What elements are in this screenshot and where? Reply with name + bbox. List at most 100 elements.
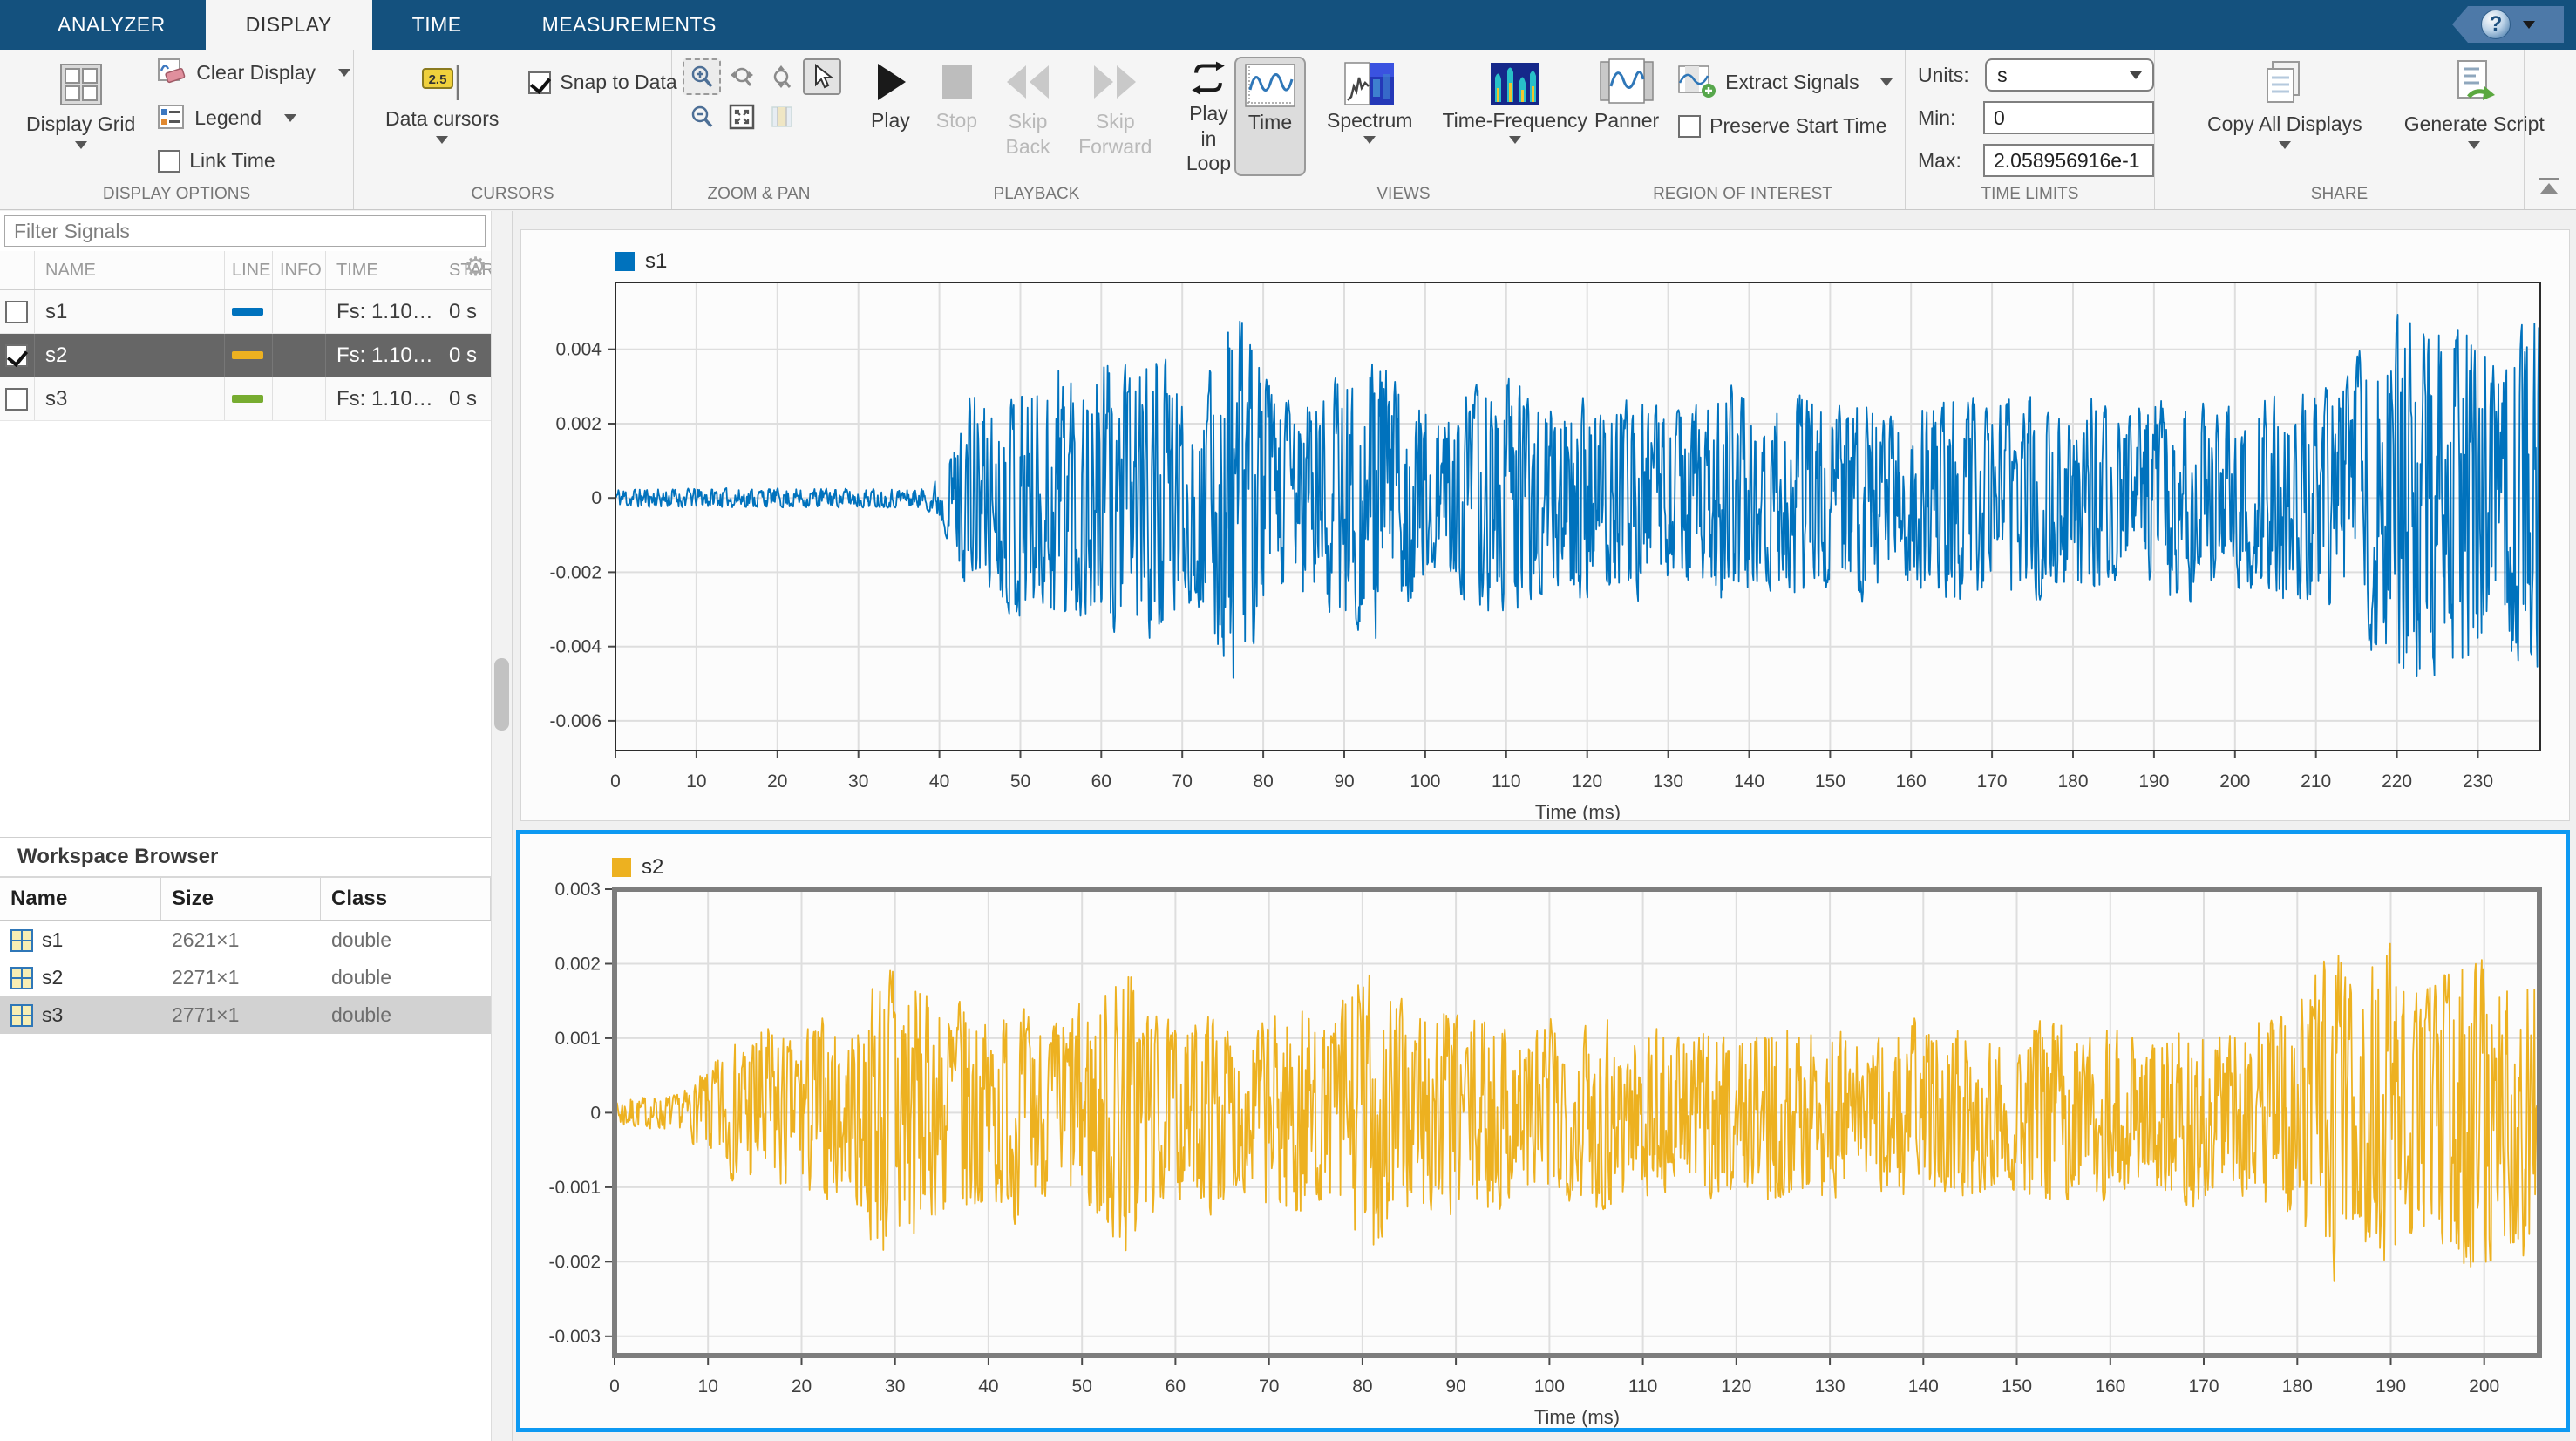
skip-forward-button[interactable]: Skip Forward — [1078, 60, 1152, 176]
collapse-ribbon-button[interactable] — [2536, 178, 2562, 201]
section-label: PLAYBACK — [846, 185, 1227, 204]
line-swatch-icon[interactable] — [232, 308, 263, 316]
section-share: Copy All Displays Generate Script — [2155, 50, 2525, 209]
display-grid-button[interactable]: Display Grid — [26, 62, 135, 176]
signal-name: s2 — [35, 334, 225, 377]
legend-button[interactable]: Legend — [158, 105, 350, 131]
pan-button[interactable] — [763, 99, 801, 135]
table-row-s3[interactable]: s3 Fs: 1.10… 0 s — [0, 377, 491, 421]
data-cursors-button[interactable]: 2.5 Data cursors — [385, 64, 499, 176]
col-line[interactable]: LINE — [225, 251, 273, 289]
stop-button[interactable]: Stop — [936, 60, 977, 176]
time-view-button[interactable]: Time — [1234, 57, 1306, 176]
legend-s1[interactable]: s1 — [615, 249, 667, 274]
play-button[interactable]: Play — [871, 60, 910, 176]
help-button[interactable]: ? — [2452, 6, 2564, 43]
svg-text:140: 140 — [1734, 771, 1764, 792]
legend-label: s1 — [645, 249, 667, 274]
table-row-s1[interactable]: s1 Fs: 1.10… 0 s — [0, 290, 491, 334]
skip-back-button[interactable]: Skip Back — [1003, 60, 1052, 176]
svg-text:160: 160 — [2095, 1376, 2125, 1397]
copy-all-displays-icon — [2260, 58, 2309, 107]
zoom-out-button[interactable] — [683, 99, 721, 135]
display-grid-label: Display Grid — [26, 112, 135, 136]
line-swatch-icon[interactable] — [232, 395, 263, 403]
col-class[interactable]: Class — [321, 878, 491, 920]
tab-analyzer[interactable]: ANALYZER — [17, 0, 206, 50]
signal-analyzer-app: ANALYZER DISPLAY TIME MEASUREMENTS ? — [0, 0, 2576, 1441]
spectrum-view-button[interactable]: Spectrum — [1318, 57, 1421, 176]
variable-icon — [10, 1004, 33, 1027]
signal-start: 0 s — [438, 334, 491, 377]
col-info[interactable]: INFO — [273, 251, 326, 289]
tab-measurements[interactable]: MEASUREMENTS — [502, 0, 757, 50]
units-label: Units: — [1918, 64, 1976, 87]
line-swatch-icon[interactable] — [232, 351, 263, 359]
col-time[interactable]: TIME — [326, 251, 438, 289]
gear-icon[interactable]: ⚙ — [464, 255, 487, 281]
signal-time: Fs: 1.10… — [326, 334, 438, 377]
svg-text:0: 0 — [590, 1103, 601, 1123]
time-view-label: Time — [1248, 111, 1292, 134]
svg-text:0: 0 — [610, 771, 621, 792]
col-name[interactable]: NAME — [35, 251, 225, 289]
legend-label: Legend — [194, 106, 262, 130]
zoom-in-button[interactable] — [683, 58, 721, 95]
table-row-s2[interactable]: s2 Fs: 1.10… 0 s — [0, 334, 491, 377]
s1-chart[interactable]: 0102030405060708090100110120130140150160… — [521, 230, 2569, 820]
left-panel-scrollbar[interactable] — [491, 211, 513, 1441]
signal-info — [273, 334, 326, 377]
svg-text:40: 40 — [978, 1376, 998, 1397]
generate-script-button[interactable]: Generate Script — [2404, 58, 2545, 176]
svg-text:20: 20 — [792, 1376, 812, 1397]
fit-to-view-button[interactable] — [723, 99, 761, 135]
collapse-ribbon-icon — [2539, 178, 2559, 180]
clear-display-button[interactable]: Clear Display — [158, 58, 350, 86]
signal-checkbox[interactable] — [5, 344, 28, 367]
preserve-start-time-checkbox[interactable]: Preserve Start Time — [1678, 114, 1892, 138]
toolstrip-tabbar: ANALYZER DISPLAY TIME MEASUREMENTS ? — [0, 0, 2576, 50]
panner-label: Panner — [1594, 109, 1659, 133]
snap-to-data-checkbox[interactable]: Snap to Data — [528, 71, 676, 94]
svg-text:0.003: 0.003 — [554, 880, 601, 900]
legend-s2[interactable]: s2 — [612, 855, 663, 880]
col-name[interactable]: Name — [0, 878, 161, 920]
workspace-row-s1[interactable]: s1 2621×1 double — [0, 921, 491, 959]
link-time-checkbox[interactable]: Link Time — [158, 149, 350, 173]
svg-text:30: 30 — [885, 1376, 905, 1397]
units-dropdown[interactable]: s — [1985, 58, 2154, 92]
zoom-in-x-button[interactable] — [723, 58, 761, 95]
svg-text:50: 50 — [1010, 771, 1030, 792]
display-2-time-plot-selected[interactable]: 0102030405060708090100110120130140150160… — [516, 830, 2570, 1432]
signal-time: Fs: 1.10… — [326, 377, 438, 420]
var-class: double — [321, 921, 491, 959]
svg-text:80: 80 — [1352, 1376, 1372, 1397]
tab-display[interactable]: DISPLAY — [206, 0, 372, 50]
play-in-loop-button[interactable]: Play in Loop — [1185, 60, 1232, 176]
scrollbar-thumb[interactable] — [494, 658, 509, 731]
col-size[interactable]: Size — [161, 878, 321, 920]
workspace-row-s2[interactable]: s2 2271×1 double — [0, 959, 491, 996]
time-frequency-view-button[interactable]: Time-Frequency — [1433, 57, 1596, 176]
svg-text:0.002: 0.002 — [554, 955, 601, 975]
signal-panel: NAME LINE INFO TIME START ⚙ s1 Fs: 1.10…… — [0, 211, 491, 1441]
min-input[interactable] — [1983, 101, 2154, 134]
filter-signals-input[interactable] — [4, 215, 486, 247]
pointer-tool-button[interactable] — [803, 58, 841, 95]
tab-time[interactable]: TIME — [372, 0, 502, 50]
signal-name: s1 — [35, 290, 225, 333]
zoom-in-y-button[interactable] — [763, 58, 801, 95]
cursor-arrow-icon — [811, 64, 833, 90]
svg-text:-0.002: -0.002 — [548, 1252, 601, 1272]
svg-text:200: 200 — [2469, 1376, 2499, 1397]
signal-checkbox[interactable] — [5, 388, 28, 411]
workspace-row-s3[interactable]: s3 2771×1 double — [0, 996, 491, 1034]
panner-button[interactable]: Panner — [1594, 58, 1659, 176]
extract-signals-button[interactable]: Extract Signals — [1678, 65, 1892, 99]
s2-chart[interactable]: 0102030405060708090100110120130140150160… — [520, 834, 2566, 1428]
signal-checkbox[interactable] — [5, 301, 28, 323]
stop-label: Stop — [936, 109, 977, 133]
copy-all-displays-button[interactable]: Copy All Displays — [2207, 58, 2362, 176]
display-1-time-plot[interactable]: 0102030405060708090100110120130140150160… — [520, 229, 2570, 821]
max-input[interactable] — [1983, 144, 2154, 177]
